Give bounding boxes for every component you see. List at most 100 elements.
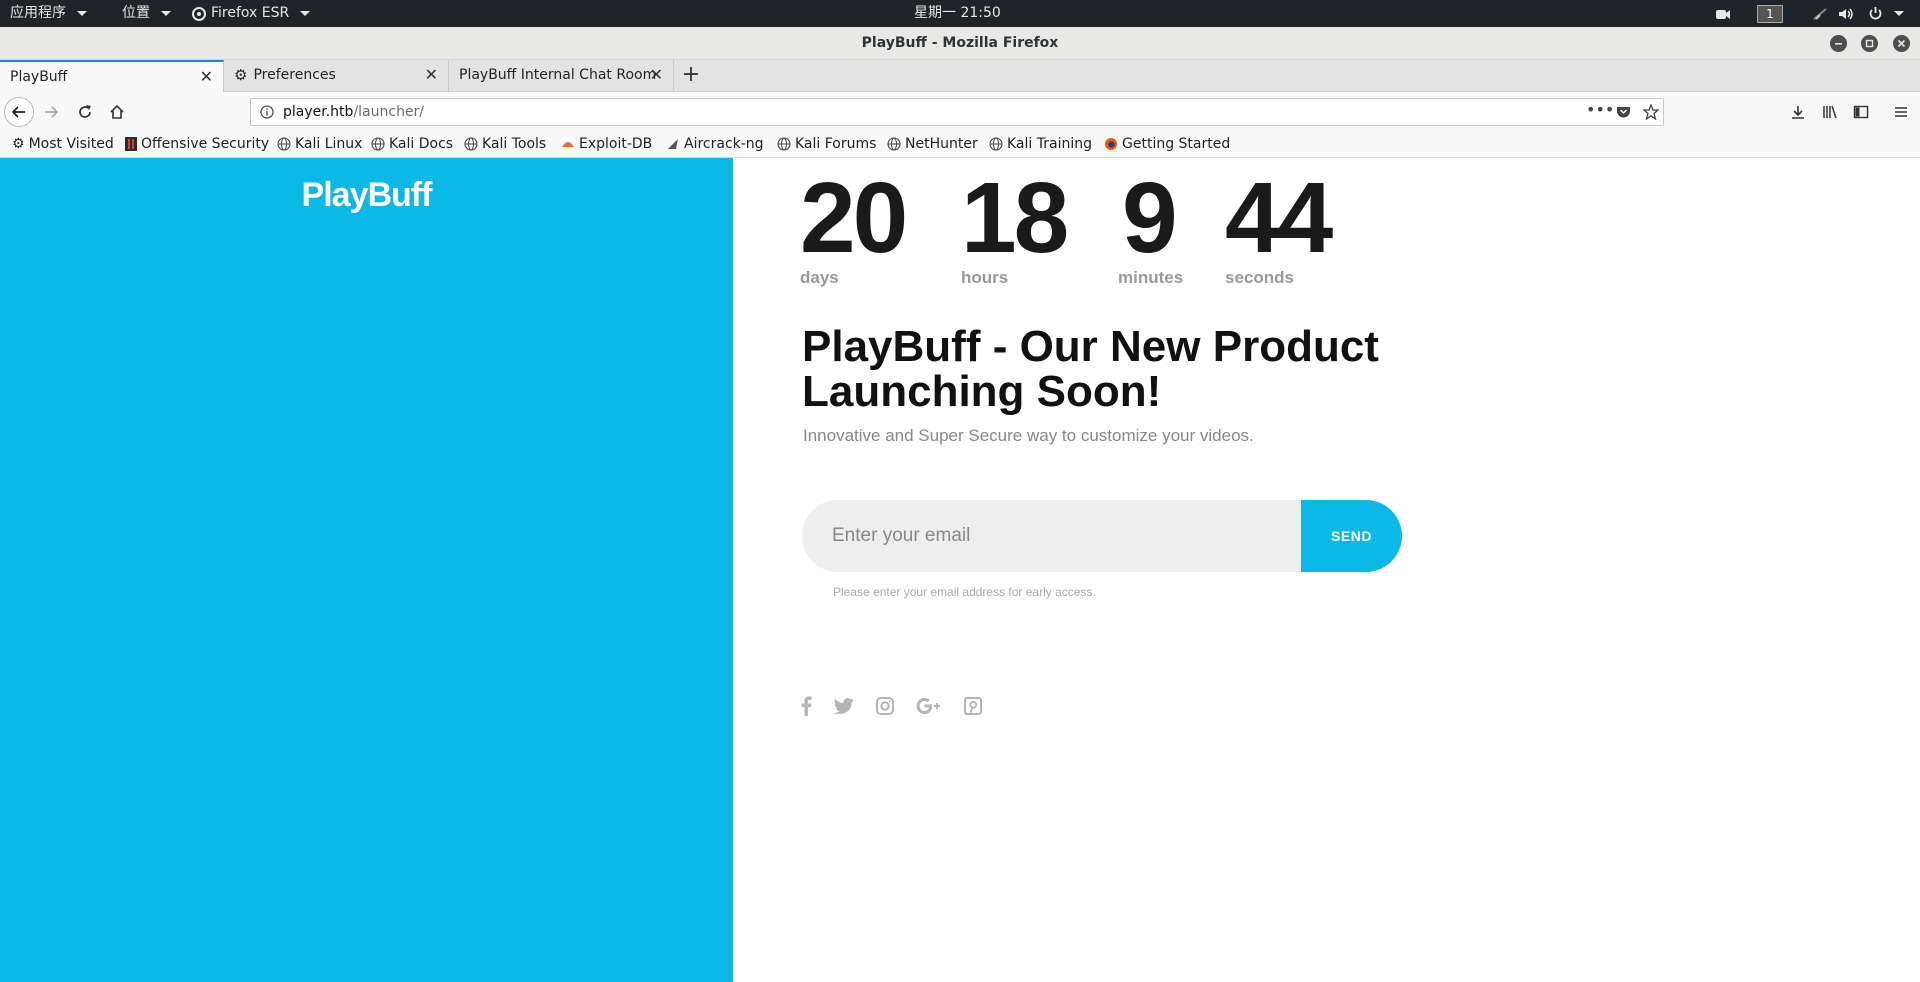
- plus-icon: +: [681, 62, 701, 87]
- bookmark-label: Aircrack-ng: [684, 136, 764, 152]
- places-menu-label: 位置: [122, 5, 150, 21]
- new-tab-button[interactable]: +: [680, 60, 702, 92]
- power-menu[interactable]: [1868, 0, 1904, 27]
- page-headline: PlayBuff - Our New Product Launching Soo…: [802, 322, 1379, 416]
- applications-menu[interactable]: 应用程序: [10, 0, 87, 27]
- email-field[interactable]: [802, 500, 1312, 572]
- volume-icon: [1839, 8, 1853, 19]
- bookmark-nethunter[interactable]: NetHunter: [887, 131, 978, 157]
- sidebar-button[interactable]: [1850, 102, 1872, 122]
- countdown-hours-value: 18: [961, 162, 1069, 274]
- arrow-left-icon: [11, 106, 25, 118]
- bookmark-label: Kali Training: [1007, 136, 1092, 152]
- tab-preferences[interactable]: ⚙ Preferences ✕: [224, 60, 449, 92]
- chevron-down-icon: [300, 11, 311, 16]
- bookmark-kali-forums[interactable]: Kali Forums: [777, 131, 876, 157]
- page-viewport: PlayBuff 20 days 18 hours 9 minutes 44 s…: [0, 158, 1920, 982]
- close-icon: [1897, 39, 1906, 48]
- url-bar[interactable]: player.htb/launcher/ •••: [250, 98, 1664, 126]
- workspace-indicator[interactable]: 1: [1757, 0, 1783, 27]
- countdown-seconds: 44 seconds: [1225, 158, 1333, 288]
- tab-playbuff[interactable]: PlayBuff ✕: [0, 60, 224, 92]
- hero-panel: PlayBuff: [0, 158, 733, 982]
- pinterest-icon[interactable]: [964, 697, 982, 715]
- maximize-icon: [1865, 39, 1874, 48]
- network-indicator[interactable]: [1812, 0, 1828, 27]
- minimize-button[interactable]: [1830, 35, 1847, 52]
- close-window-button[interactable]: [1893, 35, 1910, 52]
- network-icon: [1813, 7, 1827, 20]
- bookmark-kali-linux[interactable]: Kali Linux: [277, 131, 362, 157]
- navigation-toolbar: player.htb/launcher/ •••: [0, 92, 1920, 131]
- brand-logo[interactable]: PlayBuff: [0, 176, 733, 215]
- bookmark-label: Kali Tools: [482, 136, 547, 152]
- bookmark-label: Kali Forums: [795, 136, 877, 152]
- bookmark-most-visited[interactable]: ⚙ Most Visited: [12, 131, 114, 157]
- hamburger-menu-icon: [1895, 107, 1907, 117]
- tab-close-icon[interactable]: ✕: [425, 60, 438, 90]
- power-icon: [1869, 7, 1882, 20]
- applications-menu-label: 应用程序: [10, 5, 66, 21]
- download-icon: [1792, 106, 1804, 119]
- bookmark-exploit-db[interactable]: Exploit-DB: [561, 131, 652, 157]
- tab-close-icon[interactable]: ✕: [650, 60, 663, 90]
- volume-indicator[interactable]: [1838, 0, 1854, 27]
- firefox-icon: [1105, 138, 1117, 150]
- tab-close-icon[interactable]: ✕: [200, 62, 213, 92]
- home-button[interactable]: [106, 102, 128, 122]
- gear-icon: ⚙: [12, 136, 25, 152]
- library-button[interactable]: [1819, 102, 1841, 122]
- places-menu[interactable]: 位置: [122, 0, 171, 27]
- bookmark-getting-started[interactable]: Getting Started: [1104, 131, 1230, 157]
- send-button[interactable]: SEND: [1301, 500, 1402, 572]
- bookmark-kali-training[interactable]: Kali Training: [989, 131, 1092, 157]
- page-actions-icon[interactable]: •••: [1586, 100, 1614, 119]
- email-help-text: Please enter your email address for earl…: [833, 585, 1096, 599]
- countdown-minutes-value: 9: [1122, 162, 1178, 274]
- bookmark-aircrack-ng[interactable]: Aircrack-ng: [666, 131, 764, 157]
- pocket-icon[interactable]: [1616, 105, 1631, 119]
- url-text[interactable]: player.htb/launcher/: [283, 99, 424, 125]
- countdown-days-value: 20: [800, 162, 908, 274]
- bookmark-label: Getting Started: [1122, 136, 1231, 152]
- clock-label: 星期一 21:50: [914, 5, 1001, 21]
- bookmark-kali-tools[interactable]: Kali Tools: [464, 131, 546, 157]
- downloads-button[interactable]: [1787, 102, 1809, 122]
- countdown-minutes: 9 minutes: [1118, 158, 1183, 288]
- bookmark-label: Exploit-DB: [579, 136, 653, 152]
- sidebar-icon: [1853, 105, 1869, 119]
- bookmark-offensive-security[interactable]: Offensive Security: [125, 131, 269, 157]
- window-titlebar[interactable]: PlayBuff - Mozilla Firefox: [0, 27, 1920, 60]
- bookmarks-toolbar: ⚙ Most Visited Offensive Security Kali Li…: [0, 131, 1920, 158]
- tab-label-wrap: ⚙ Preferences: [234, 60, 336, 90]
- chevron-down-icon: [1894, 11, 1904, 16]
- screen-recorder-indicator[interactable]: [1715, 0, 1731, 27]
- reload-icon: [79, 105, 91, 118]
- info-icon[interactable]: [260, 105, 274, 119]
- active-app-menu[interactable]: Firefox ESR: [192, 0, 311, 27]
- maximize-button[interactable]: [1861, 35, 1878, 52]
- aircrack-icon: [668, 139, 678, 149]
- google-plus-icon[interactable]: [916, 697, 942, 715]
- tab-chat-room[interactable]: PlayBuff Internal Chat Room ✕: [449, 60, 674, 92]
- clock[interactable]: 星期一 21:50: [914, 0, 1001, 27]
- bookmark-kali-docs[interactable]: Kali Docs: [371, 131, 453, 157]
- star-icon[interactable]: [1643, 104, 1659, 120]
- reload-button[interactable]: [74, 102, 96, 122]
- url-host: player.htb: [283, 104, 354, 120]
- active-app-label: Firefox ESR: [211, 5, 290, 21]
- facebook-icon[interactable]: [800, 696, 812, 716]
- back-button[interactable]: [4, 97, 34, 127]
- globe-icon: [989, 137, 1003, 151]
- bookmark-label: Kali Linux: [295, 136, 363, 152]
- tab-strip: PlayBuff ✕ ⚙ Preferences ✕ PlayBuff Inter…: [0, 60, 1920, 92]
- chevron-down-icon: [161, 11, 171, 16]
- globe-icon: [777, 137, 791, 151]
- offsec-icon: [125, 137, 137, 151]
- forward-button[interactable]: [40, 102, 62, 122]
- menu-button[interactable]: [1890, 102, 1912, 122]
- twitter-icon[interactable]: [834, 697, 854, 715]
- workspace-number: 1: [1757, 4, 1783, 23]
- globe-icon: [371, 137, 385, 151]
- instagram-icon[interactable]: [876, 697, 894, 715]
